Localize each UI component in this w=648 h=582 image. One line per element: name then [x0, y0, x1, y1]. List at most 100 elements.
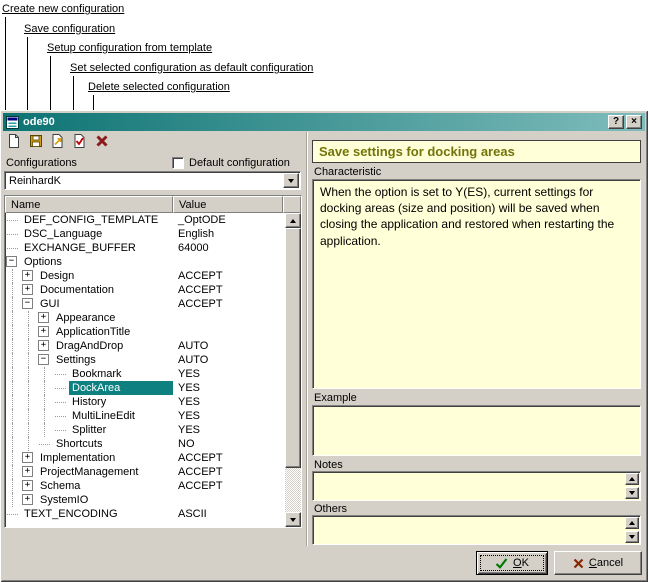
help-button[interactable]: ? — [608, 115, 624, 129]
tree-node-label[interactable]: Documentation — [37, 283, 117, 297]
tree-row[interactable]: MultiLineEditYES — [5, 409, 285, 423]
column-header-value[interactable]: Value — [173, 196, 283, 213]
expand-icon[interactable]: + — [38, 326, 49, 337]
tree-row[interactable]: +SchemaACCEPT — [5, 479, 285, 493]
tree-node-label[interactable]: SystemIO — [37, 493, 91, 507]
expand-icon[interactable]: + — [22, 452, 33, 463]
tree-row[interactable]: HistoryYES — [5, 395, 285, 409]
scroll-down-icon[interactable] — [285, 512, 301, 527]
tree-node-label[interactable]: Schema — [37, 479, 83, 493]
setup-configuration-from-template-button[interactable] — [48, 132, 67, 150]
tree-row[interactable]: + SystemIO — [5, 493, 285, 507]
cancel-button[interactable]: Cancel — [554, 551, 642, 575]
scroll-down-icon[interactable] — [625, 487, 639, 499]
tree-node-label[interactable]: Settings — [53, 353, 99, 367]
tree-row[interactable]: DEF_CONFIG_TEMPLATE _OptODE — [5, 213, 285, 227]
tree-node-label[interactable]: ProjectManagement — [37, 465, 141, 479]
tree-node-label[interactable]: TEXT_ENCODING — [21, 507, 121, 521]
tree-row[interactable]: BookmarkYES — [5, 367, 285, 381]
tree-node-label[interactable]: ApplicationTitle — [53, 325, 133, 339]
tree-guide — [21, 325, 37, 339]
scroll-up-icon[interactable] — [625, 517, 639, 529]
tree-row[interactable]: ShortcutsNO — [5, 437, 285, 451]
tree-row[interactable]: SplitterYES — [5, 423, 285, 437]
tree-node-label[interactable]: MultiLineEdit — [69, 409, 138, 423]
collapse-icon[interactable]: − — [38, 354, 49, 365]
close-button[interactable]: × — [626, 115, 642, 129]
tree-node-value: _OptODE — [173, 213, 283, 227]
others-scrollbar[interactable] — [625, 517, 639, 543]
expand-icon[interactable]: + — [22, 480, 33, 491]
tree-guide — [37, 367, 53, 381]
tree-row[interactable]: −SettingsAUTO — [5, 353, 285, 367]
tree-node-label[interactable]: History — [69, 395, 109, 409]
checkbox-icon[interactable] — [172, 157, 184, 169]
tree-row[interactable]: + Documentation ACCEPT — [5, 283, 285, 297]
scroll-up-icon[interactable] — [625, 473, 639, 485]
expand-icon[interactable]: + — [22, 270, 33, 281]
configuration-combobox[interactable]: ReinhardK — [4, 171, 301, 190]
scroll-down-icon[interactable] — [625, 531, 639, 543]
example-label: Example — [314, 392, 357, 404]
expand-icon[interactable]: + — [22, 284, 33, 295]
scroll-up-icon[interactable] — [285, 213, 301, 228]
tree-row[interactable]: EXCHANGE_BUFFER64000 — [5, 241, 285, 255]
tree-node-label[interactable]: Shortcuts — [53, 437, 105, 451]
tree-node-label[interactable]: GUI — [37, 297, 63, 311]
panel-divider — [306, 132, 308, 546]
column-header-name[interactable]: Name — [5, 196, 173, 213]
notes-box[interactable] — [312, 471, 641, 501]
expand-icon[interactable]: + — [22, 494, 33, 505]
example-box[interactable] — [312, 405, 641, 456]
titlebar[interactable]: ode90 ? × — [3, 113, 645, 131]
expand-icon[interactable]: + — [38, 312, 49, 323]
app-icon[interactable] — [6, 116, 19, 129]
tree-row[interactable]: DSC_LanguageEnglish — [5, 227, 285, 241]
tree-row[interactable]: +DesignACCEPT — [5, 269, 285, 283]
collapse-icon[interactable]: − — [22, 298, 33, 309]
expand-icon[interactable]: + — [22, 466, 33, 477]
tree-node-value: ACCEPT — [173, 283, 283, 297]
tree-row[interactable]: TEXT_ENCODINGASCII — [5, 507, 285, 521]
annotation-line — [5, 17, 6, 110]
tree-node-label[interactable]: Implementation — [37, 451, 118, 465]
ok-button[interactable]: OK — [476, 551, 548, 575]
tree-scrollbar[interactable] — [285, 213, 301, 527]
save-configuration-button[interactable] — [26, 132, 45, 150]
combobox-dropdown-button[interactable] — [283, 173, 299, 188]
tree-row[interactable]: +DragAndDropAUTO — [5, 339, 285, 353]
tree-row[interactable]: +ImplementationACCEPT — [5, 451, 285, 465]
tree-row[interactable]: −GUIACCEPT — [5, 297, 285, 311]
tree-leaf-dash — [7, 248, 18, 249]
delete-configuration-button[interactable] — [92, 132, 111, 150]
collapse-icon[interactable]: − — [6, 256, 17, 267]
tree-node-label[interactable]: Design — [37, 269, 77, 283]
tree-expander-cell: + — [21, 493, 37, 507]
tree-node-label[interactable]: EXCHANGE_BUFFER — [21, 241, 139, 255]
others-box[interactable] — [312, 515, 641, 545]
tree-node-label[interactable]: Options — [21, 255, 65, 269]
tree-row[interactable]: + Appearance — [5, 311, 285, 325]
tree-row[interactable]: DockAreaYES — [5, 381, 285, 395]
default-configuration-checkbox[interactable]: Default configuration — [172, 157, 290, 169]
tree-row[interactable]: + ApplicationTitle — [5, 325, 285, 339]
tree-node-label[interactable]: Bookmark — [69, 367, 125, 381]
scrollbar-thumb[interactable] — [285, 228, 301, 468]
characteristic-box[interactable]: When the option is set to Y(ES), current… — [312, 179, 641, 389]
tree-node-label[interactable]: Appearance — [53, 311, 118, 325]
option-title-box: Save settings for docking areas — [312, 140, 641, 163]
tree-node-label[interactable]: Splitter — [69, 423, 109, 437]
tree-node-label[interactable]: DSC_Language — [21, 227, 105, 241]
expand-icon[interactable]: + — [38, 340, 49, 351]
notes-scrollbar[interactable] — [625, 473, 639, 499]
tree-row[interactable]: +ProjectManagementACCEPT — [5, 465, 285, 479]
tree-node-label[interactable]: DockArea — [69, 381, 173, 395]
create-new-configuration-button[interactable] — [4, 132, 23, 150]
tree-node-label[interactable]: DEF_CONFIG_TEMPLATE — [21, 213, 161, 227]
tree-node-value — [173, 493, 283, 507]
tree-guide — [21, 311, 37, 325]
tree-row[interactable]: −Options — [5, 255, 285, 269]
tree-node-label[interactable]: DragAndDrop — [53, 339, 126, 353]
set-default-configuration-button[interactable] — [70, 132, 89, 150]
annotation-setup: Setup configuration from template — [47, 42, 212, 54]
